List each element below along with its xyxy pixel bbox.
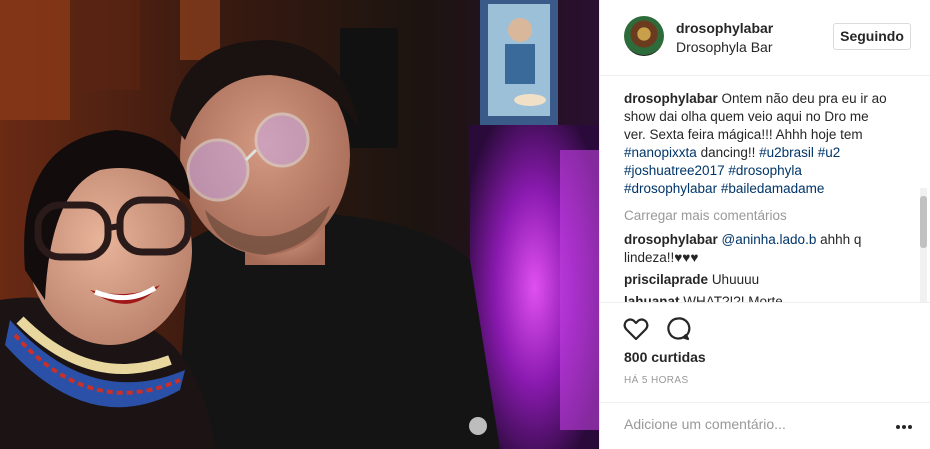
comment-mention[interactable]: @aninha.lado.b <box>722 232 817 247</box>
photo-illustration <box>0 0 599 449</box>
hashtag[interactable]: #nanopixxta <box>624 145 697 160</box>
load-more-comments-link[interactable]: Carregar mais comentários <box>624 207 894 225</box>
comment-item: drosophylabar @aninha.lado.b ahhh q lind… <box>624 231 894 267</box>
likes-count[interactable]: 800 curtidas <box>624 349 706 365</box>
more-options-icon[interactable] <box>894 419 914 429</box>
comment-username[interactable]: lahuanat <box>624 294 680 302</box>
comments-scrollbar[interactable] <box>920 188 927 302</box>
post-side-panel: drosophylabar Drosophyla Bar Seguindo dr… <box>599 0 930 449</box>
scrollbar-thumb[interactable] <box>920 196 927 248</box>
hashtag[interactable]: #drosophyla <box>728 163 802 178</box>
comment-bubble-icon[interactable] <box>664 315 692 343</box>
post-header: drosophylabar Drosophyla Bar Seguindo <box>600 0 930 76</box>
post-location[interactable]: Drosophyla Bar <box>676 39 773 55</box>
comment-text: Uhuuuu <box>711 272 760 287</box>
comment-username[interactable]: drosophylabar <box>624 232 718 247</box>
comment-username[interactable]: priscilaprade <box>624 272 708 287</box>
hashtag[interactable]: #u2brasil <box>759 145 814 160</box>
post-actions: 800 curtidas HÁ 5 HORAS <box>600 302 930 402</box>
comments-list: drosophylabar Ontem não deu pra eu ir ao… <box>624 90 894 302</box>
instagram-post: drosophylabar Drosophyla Bar Seguindo dr… <box>0 0 930 449</box>
hashtag[interactable]: #drosophylabar <box>624 181 717 196</box>
hashtag[interactable]: #joshuatree2017 <box>624 163 725 178</box>
avatar[interactable] <box>624 16 664 56</box>
caption-username[interactable]: drosophylabar <box>624 91 718 106</box>
caption: drosophylabar Ontem não deu pra eu ir ao… <box>624 90 894 198</box>
caption-text-part: dancing!! <box>700 145 756 160</box>
post-photo[interactable] <box>0 0 599 449</box>
comments-section: drosophylabar Ontem não deu pra eu ir ao… <box>600 76 930 302</box>
add-comment-bar <box>600 402 930 449</box>
post-timestamp: HÁ 5 HORAS <box>624 375 689 386</box>
following-button[interactable]: Seguindo <box>833 23 911 50</box>
post-username[interactable]: drosophylabar <box>676 20 773 36</box>
comment-item: lahuanat WHAT?!?! Morte <box>624 293 894 302</box>
comment-text: WHAT?!?! Morte <box>683 294 783 302</box>
hashtag[interactable]: #bailedamadame <box>721 181 825 196</box>
comment-item: priscilaprade Uhuuuu <box>624 271 894 289</box>
heart-icon[interactable] <box>622 315 650 343</box>
add-comment-input[interactable] <box>624 413 884 435</box>
hashtag[interactable]: #u2 <box>818 145 841 160</box>
